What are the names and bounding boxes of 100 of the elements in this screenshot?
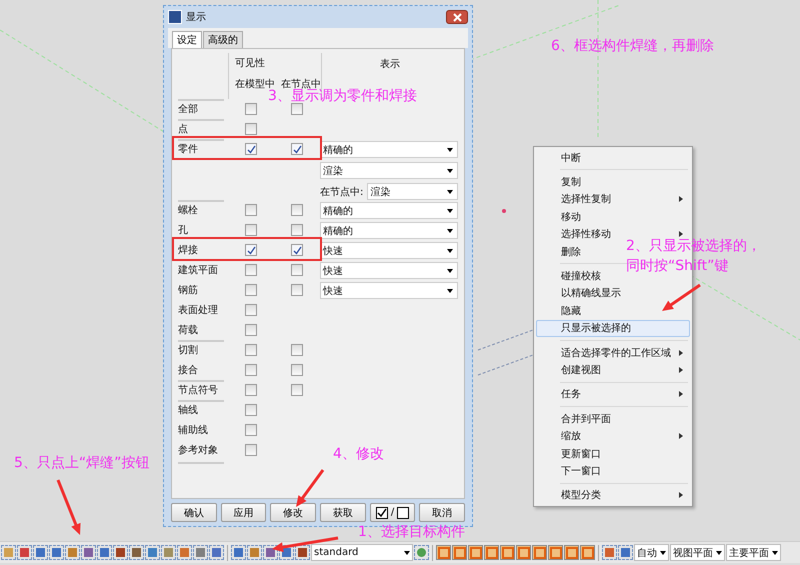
checkbox[interactable] [291, 364, 303, 376]
menu-item[interactable]: 更新窗口 [561, 446, 601, 461]
menu-item[interactable]: 碰撞校核 [561, 269, 601, 284]
checkbox[interactable] [291, 103, 303, 115]
tool-button[interactable] [516, 545, 531, 560]
checkbox[interactable] [245, 424, 257, 436]
tab[interactable]: 设定 [172, 31, 202, 48]
checkbox[interactable] [245, 103, 257, 115]
menu-item[interactable]: 模型分类 [561, 488, 601, 502]
menu-item[interactable]: 以精确线显示 [561, 286, 621, 300]
menu-item[interactable]: 创建视图 [561, 362, 601, 377]
menu-item[interactable]: 中断 [561, 150, 581, 165]
annotation-text: 2、只显示被选择的， 同时按“Shift”键 [626, 237, 761, 276]
checkbox[interactable] [291, 284, 303, 296]
tool-button[interactable] [436, 545, 451, 560]
checkbox[interactable] [245, 444, 257, 456]
checkbox[interactable] [245, 324, 257, 336]
tool-button[interactable] [129, 545, 144, 560]
tool-button[interactable] [209, 545, 224, 560]
dropdown[interactable]: standard [311, 544, 413, 561]
dropdown[interactable]: 自动 [634, 544, 669, 561]
tool-button[interactable] [145, 545, 160, 560]
tool-button[interactable] [580, 545, 595, 560]
checkbox[interactable] [291, 344, 303, 356]
checkbox[interactable] [245, 224, 257, 236]
dialog-button[interactable]: 应用 [220, 503, 266, 522]
submenu-arrow-icon [679, 391, 683, 398]
dropdown[interactable]: 渲染 [367, 183, 458, 200]
tool-button[interactable] [177, 545, 192, 560]
category-label: 零件 [178, 143, 198, 156]
checkbox[interactable] [245, 304, 257, 316]
dropdown[interactable]: 渲染 [320, 162, 458, 179]
checkbox[interactable] [291, 143, 303, 155]
tool-button[interactable] [81, 545, 96, 560]
checkbox[interactable] [245, 344, 257, 356]
tool-button[interactable] [231, 545, 246, 560]
tool-button[interactable] [263, 545, 278, 560]
tool-button[interactable] [564, 545, 579, 560]
checkbox[interactable] [245, 143, 257, 155]
tab[interactable]: 高级的 [203, 31, 243, 48]
menu-item[interactable]: 适合选择零件的工作区域 [561, 346, 671, 360]
menu-item[interactable]: 移动 [561, 210, 581, 224]
tool-button[interactable] [548, 545, 563, 560]
checkbox[interactable] [291, 244, 303, 256]
dropdown[interactable]: 视图平面 [670, 544, 725, 561]
tool-button[interactable] [1, 545, 16, 560]
menu-item[interactable]: 选择性复制 [561, 192, 611, 206]
dropdown[interactable]: 快速 [320, 262, 458, 279]
checkbox[interactable] [245, 384, 257, 396]
menu-item[interactable]: 复制 [561, 175, 581, 190]
dropdown[interactable]: 精确的 [320, 141, 458, 158]
dialog-button[interactable]: 修改 [270, 503, 316, 522]
tool-button[interactable] [17, 545, 32, 560]
menu-item[interactable]: 只显示被选择的 [561, 321, 631, 336]
checkbox[interactable] [291, 264, 303, 276]
tool-button[interactable] [97, 545, 112, 560]
tool-button[interactable] [193, 545, 208, 560]
menu-item[interactable]: 删除 [561, 244, 581, 259]
checkbox[interactable] [245, 364, 257, 376]
menu-item[interactable]: 隐藏 [561, 304, 581, 318]
tool-button[interactable] [113, 545, 128, 560]
dialog-button[interactable]: 确认 [171, 503, 217, 522]
dropdown[interactable]: 精确的 [320, 222, 458, 239]
checkbox[interactable] [245, 284, 257, 296]
tool-button[interactable] [468, 545, 483, 560]
check-toggle-button[interactable]: / [370, 503, 416, 522]
tool-button[interactable] [532, 545, 547, 560]
tool-button[interactable] [484, 545, 499, 560]
menu-item[interactable]: 任务 [561, 387, 581, 402]
tool-button[interactable] [49, 545, 64, 560]
checkbox[interactable] [291, 204, 303, 216]
close-button[interactable] [446, 10, 468, 24]
submenu-arrow-icon [679, 350, 683, 356]
checkbox[interactable] [291, 384, 303, 396]
checkbox[interactable] [245, 123, 257, 135]
menu-item[interactable]: 缩放 [561, 429, 581, 444]
tool-button[interactable] [414, 545, 429, 560]
menu-item[interactable]: 选择性移动 [561, 227, 611, 242]
tool-button[interactable] [602, 545, 617, 560]
tool-button[interactable] [295, 545, 310, 560]
tool-button[interactable] [247, 545, 262, 560]
checkbox[interactable] [291, 224, 303, 236]
menu-item[interactable]: 合并到平面 [561, 412, 611, 426]
tool-button[interactable] [161, 545, 176, 560]
dialog-button[interactable]: 取消 [419, 503, 466, 522]
tool-button[interactable] [65, 545, 80, 560]
checkbox[interactable] [245, 404, 257, 416]
checkbox[interactable] [245, 204, 257, 216]
menu-item[interactable]: 下一窗口 [561, 464, 601, 478]
dropdown[interactable]: 主要平面 [726, 544, 781, 561]
tool-button[interactable] [452, 545, 467, 560]
tool-button[interactable] [618, 545, 633, 560]
dropdown[interactable]: 精确的 [320, 202, 458, 219]
dialog-button[interactable]: 获取 [320, 503, 366, 522]
tool-button[interactable] [500, 545, 515, 560]
dropdown[interactable]: 快速 [320, 242, 458, 259]
checkbox[interactable] [245, 264, 257, 276]
dropdown[interactable]: 快速 [320, 282, 458, 299]
tool-button[interactable] [33, 545, 48, 560]
checkbox[interactable] [245, 244, 257, 256]
